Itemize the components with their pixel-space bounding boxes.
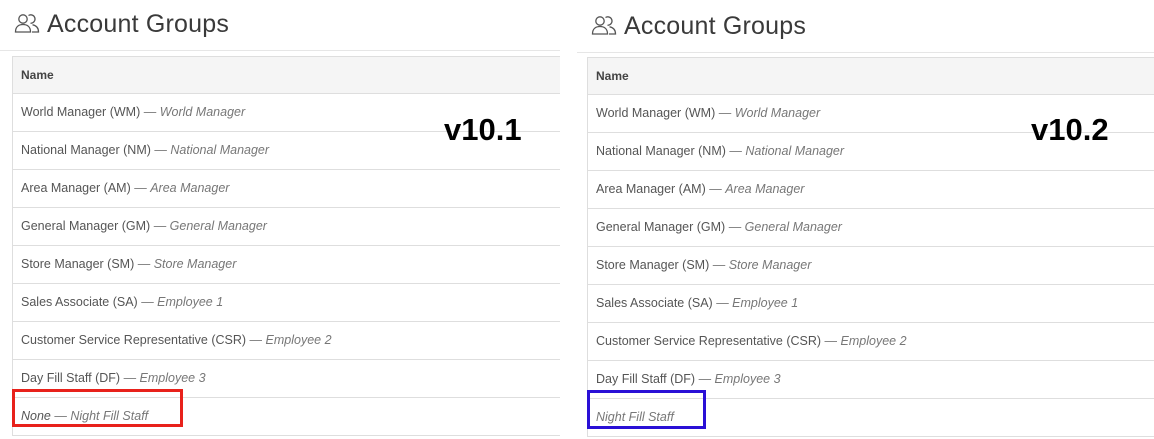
table-row[interactable]: Store Manager (SM) — Store Manager xyxy=(13,246,560,284)
table-header-row: Name xyxy=(588,58,1154,95)
table-row[interactable]: Area Manager (AM) — Area Manager xyxy=(588,171,1154,209)
group-name[interactable]: Store Manager (SM) xyxy=(21,257,134,271)
users-icon xyxy=(14,14,40,33)
group-name[interactable]: Day Fill Staff (DF) xyxy=(21,371,120,385)
separator: — xyxy=(709,258,729,272)
separator: — xyxy=(821,334,841,348)
separator: — xyxy=(130,181,151,195)
separator: — xyxy=(695,372,715,386)
separator: — xyxy=(246,333,266,347)
group-role: World Manager xyxy=(734,106,821,120)
group-role: Employee 3 xyxy=(714,372,781,386)
group-name[interactable]: World Manager (WM) xyxy=(21,105,140,119)
table-header-row: Name xyxy=(13,57,560,94)
group-name[interactable]: National Manager (NM) xyxy=(596,144,726,158)
page-header: Account Groups xyxy=(577,0,1154,53)
table-row[interactable]: General Manager (GM) — General Manager xyxy=(13,208,560,246)
group-role: Store Manager xyxy=(728,258,812,272)
highlight-box-red xyxy=(12,389,183,427)
table-row[interactable]: Customer Service Representative (CSR) — … xyxy=(13,322,560,360)
separator: — xyxy=(134,257,154,271)
group-name[interactable]: Customer Service Representative (CSR) xyxy=(21,333,246,347)
group-name[interactable]: Sales Associate (SA) xyxy=(21,295,138,309)
separator: — xyxy=(712,296,733,310)
group-role: General Manager xyxy=(169,219,267,233)
users-icon xyxy=(591,16,617,35)
separator: — xyxy=(715,106,735,120)
panel-v10-1: Account Groups Name World Manager (WM) —… xyxy=(0,0,560,439)
separator: — xyxy=(150,219,170,233)
group-name[interactable]: Sales Associate (SA) xyxy=(596,296,713,310)
group-name[interactable]: World Manager (WM) xyxy=(596,106,715,120)
panel-v10-2: Account Groups Name World Manager (WM) —… xyxy=(577,0,1154,439)
group-name[interactable]: General Manager (GM) xyxy=(596,220,725,234)
version-label: v10.1 xyxy=(444,112,522,147)
group-role: Employee 2 xyxy=(840,334,907,348)
version-label: v10.2 xyxy=(1031,112,1109,147)
group-name[interactable]: National Manager (NM) xyxy=(21,143,151,157)
separator: — xyxy=(120,371,140,385)
group-role: National Manager xyxy=(170,143,270,157)
group-role: Employee 1 xyxy=(732,296,799,310)
table-row[interactable]: Area Manager (AM) — Area Manager xyxy=(13,170,560,208)
group-name[interactable]: Area Manager (AM) xyxy=(21,181,131,195)
group-role: National Manager xyxy=(745,144,845,158)
group-role: General Manager xyxy=(744,220,842,234)
page-title: Account Groups xyxy=(47,10,230,38)
column-header-name[interactable]: Name xyxy=(596,58,629,94)
group-role: Employee 1 xyxy=(157,295,224,309)
group-name[interactable]: Day Fill Staff (DF) xyxy=(596,372,695,386)
separator: — xyxy=(137,295,158,309)
highlight-box-blue xyxy=(587,390,706,429)
page-header: Account Groups xyxy=(0,0,560,51)
table-row[interactable]: General Manager (GM) — General Manager xyxy=(588,209,1154,247)
group-name[interactable]: Customer Service Representative (CSR) xyxy=(596,334,821,348)
separator: — xyxy=(725,144,746,158)
group-role: Employee 3 xyxy=(139,371,206,385)
group-name[interactable]: Store Manager (SM) xyxy=(596,258,709,272)
panel-gap xyxy=(560,0,577,439)
group-role: Area Manager xyxy=(150,181,230,195)
separator: — xyxy=(705,182,726,196)
table-row[interactable]: Sales Associate (SA) — Employee 1 xyxy=(588,285,1154,323)
group-role: Employee 2 xyxy=(265,333,332,347)
table-row[interactable]: Store Manager (SM) — Store Manager xyxy=(588,247,1154,285)
table-row[interactable]: Customer Service Representative (CSR) — … xyxy=(588,323,1154,361)
group-role: Store Manager xyxy=(153,257,237,271)
group-role: Area Manager xyxy=(725,182,805,196)
separator: — xyxy=(150,143,171,157)
page-title: Account Groups xyxy=(624,12,807,40)
group-name[interactable]: General Manager (GM) xyxy=(21,219,150,233)
column-header-name[interactable]: Name xyxy=(21,57,54,93)
group-name[interactable]: Area Manager (AM) xyxy=(596,182,706,196)
table-row[interactable]: Sales Associate (SA) — Employee 1 xyxy=(13,284,560,322)
separator: — xyxy=(140,105,160,119)
separator: — xyxy=(725,220,745,234)
group-role: World Manager xyxy=(159,105,246,119)
